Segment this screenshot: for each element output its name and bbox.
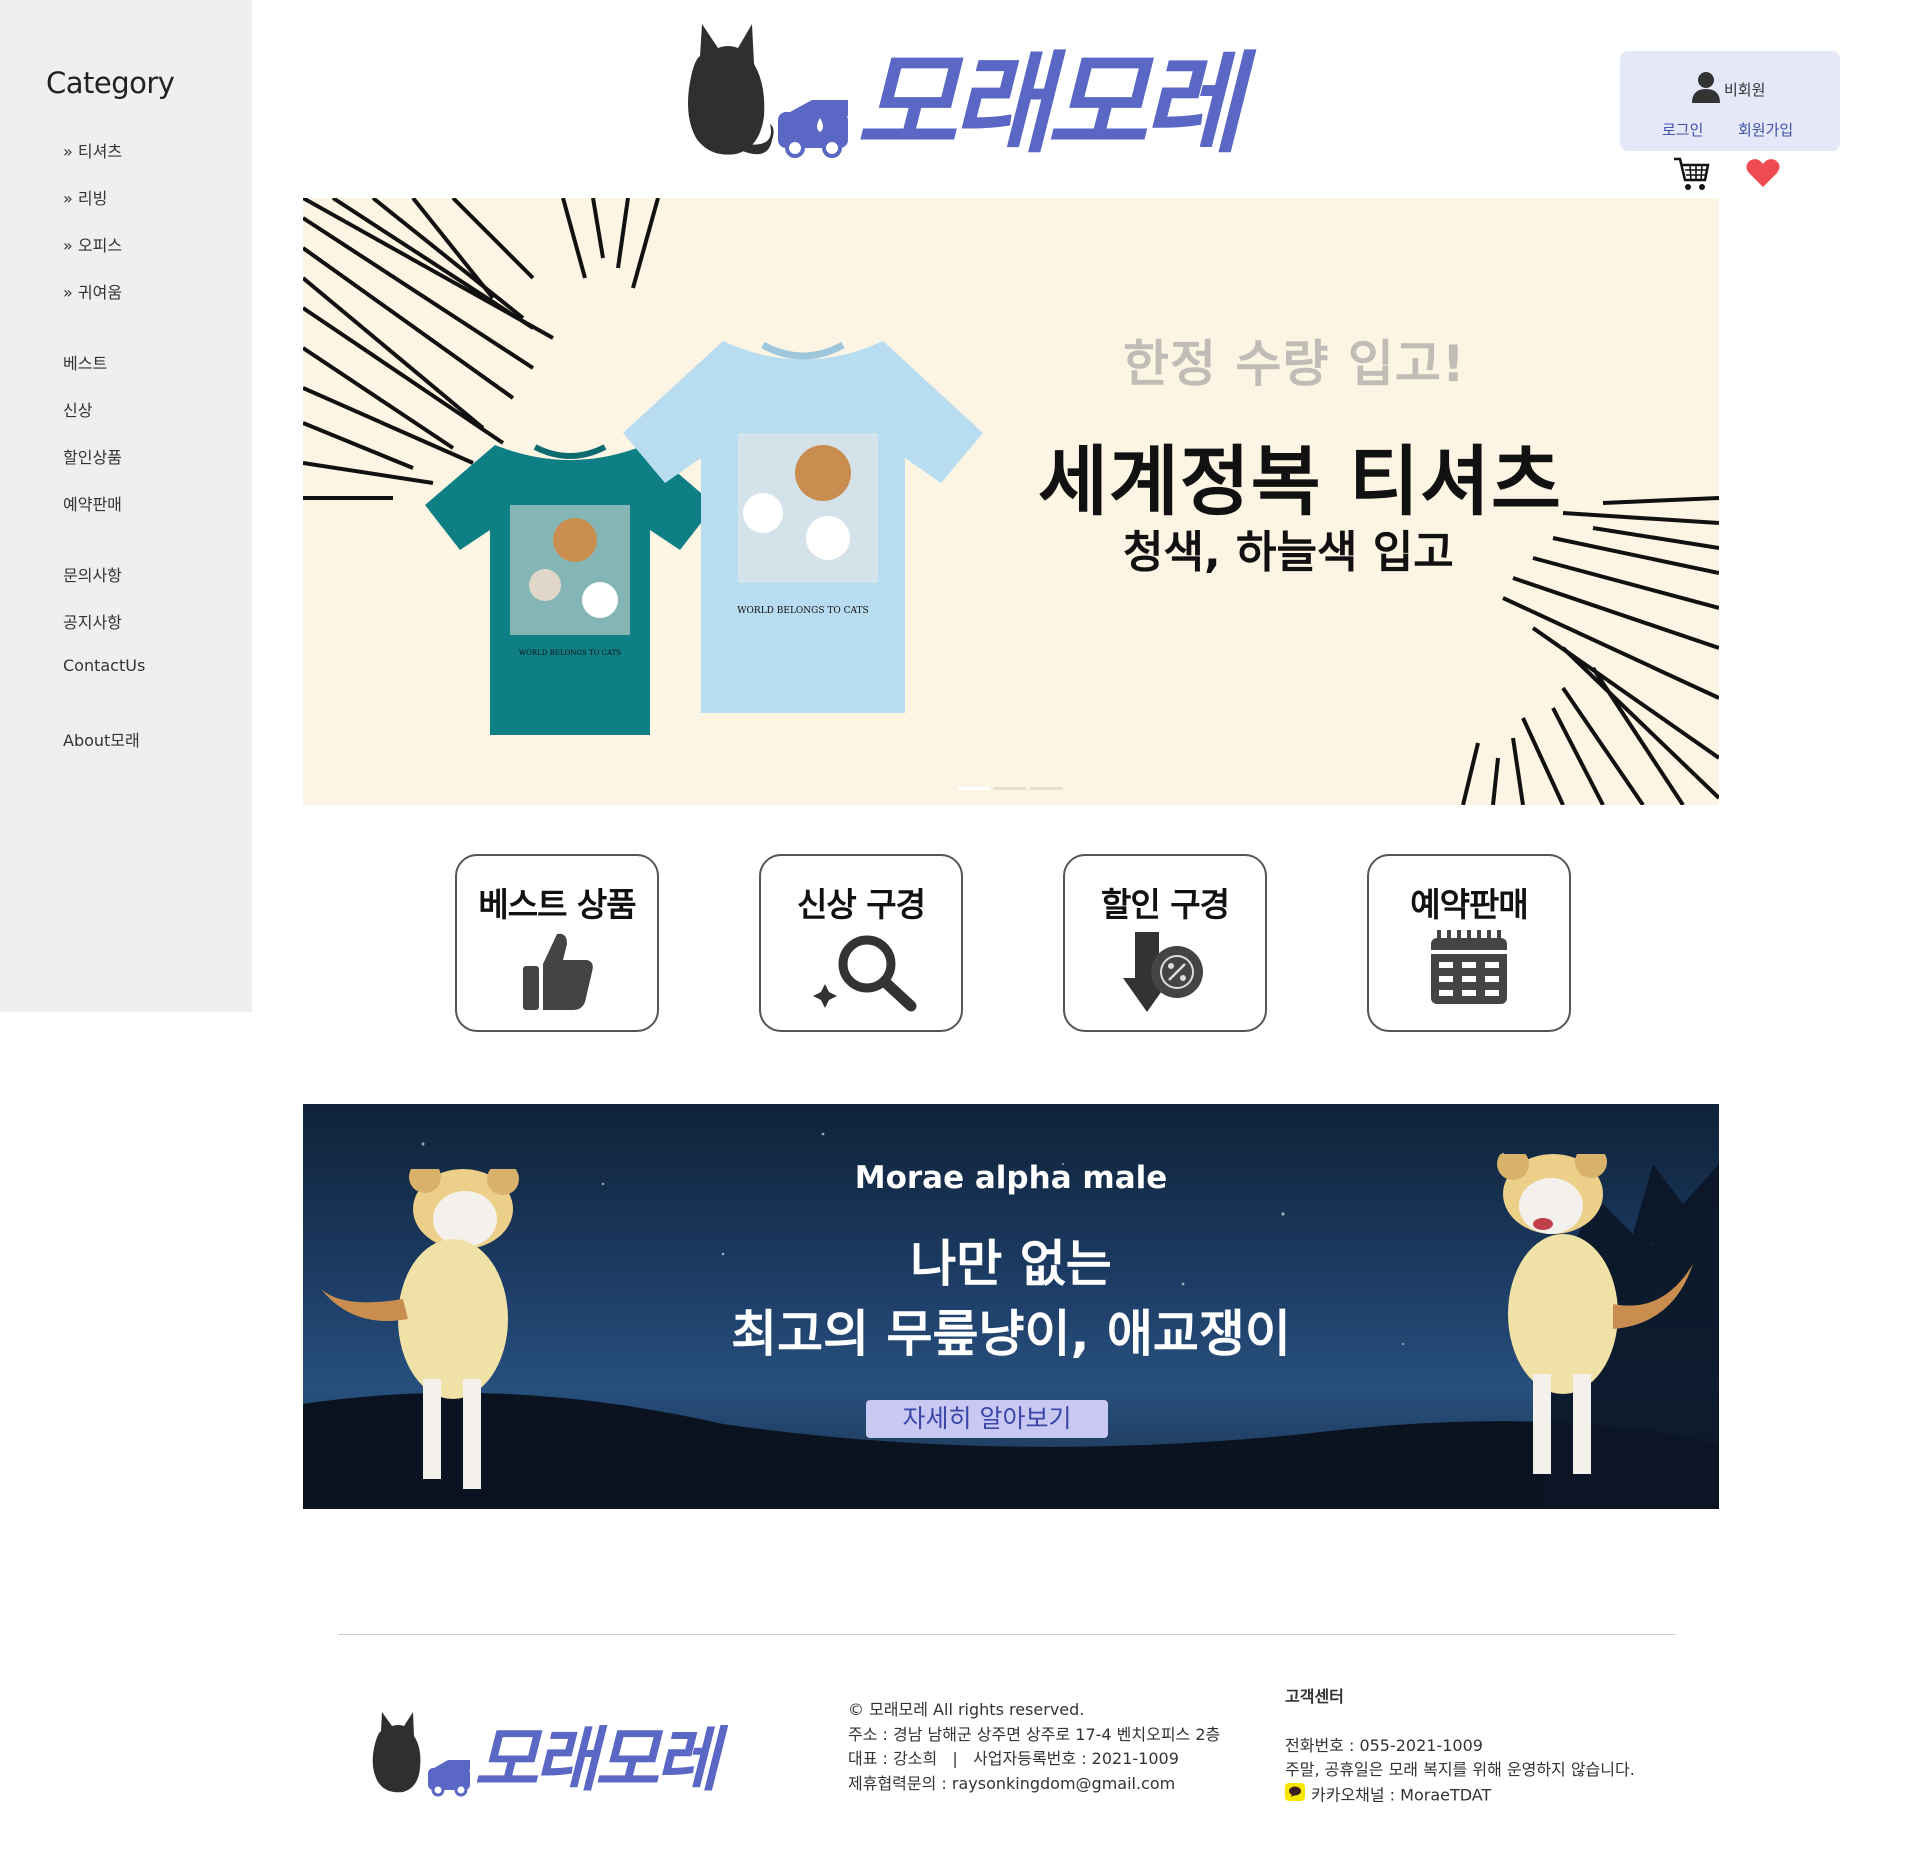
quick-link-new[interactable]: 신상 구경 (759, 854, 963, 1032)
quick-link-label: 베스트 상품 (478, 885, 636, 924)
category-sidebar: Category » 티셔츠 » 리빙 » 오피스 » 귀여움 베스트 신상 할… (0, 0, 252, 1012)
cart-icon[interactable] (1672, 156, 1710, 196)
login-link[interactable]: 로그인 (1662, 119, 1703, 140)
sidebar-item-notice[interactable]: 공지사항 (63, 609, 122, 633)
cat-silhouette-icon (688, 24, 774, 155)
sidebar-item-best[interactable]: 베스트 (63, 350, 107, 374)
phone-text: 전화번호 : 055-2021-1009 (1285, 1735, 1483, 1755)
footer-company-info: © 모래모레 All rights reserved. 주소 : 경남 남해군 … (848, 1698, 1220, 1796)
skyblue-tshirt-image: WORLD BELONGS TO CATS (623, 341, 983, 713)
logo-image: 모래모레 (688, 24, 1263, 168)
promo-headline-line2: 최고의 무릎냥이, 애교쟁이 (731, 1305, 1291, 1363)
sidebar-item-preorder[interactable]: 예약판매 (63, 491, 122, 515)
promo-eyebrow: Morae alpha male (854, 1160, 1168, 1196)
discount-arrow-icon (1123, 928, 1207, 1018)
quick-link-preorder[interactable]: 예약판매 (1367, 854, 1571, 1032)
copyright-text: © 모래모레 All rights reserved. (848, 1700, 1085, 1719)
user-panel: 비회원 로그인 회원가입 (1620, 51, 1840, 151)
shirt-print-text: WORLD BELONGS TO CATS (737, 606, 868, 616)
sidebar-title: Category (46, 66, 175, 100)
hero-title: 세계정복 티셔츠 (1038, 437, 1562, 526)
quick-link-label: 신상 구경 (797, 885, 926, 924)
sidebar-item-living[interactable]: » 리빙 (63, 185, 107, 209)
kakao-channel[interactable]: 카카오채널 : MoraeTDAT (1285, 1782, 1635, 1809)
hours-text: 주말, 공휴일은 모래 복지를 위해 운영하지 않습니다. (1285, 1760, 1635, 1779)
customer-center-title: 고객센터 (1285, 1687, 1344, 1706)
footer-divider (338, 1634, 1676, 1635)
address-text: 주소 : 경남 남해군 상주면 상주로 17-4 벤치오피스 2층 (848, 1724, 1221, 1744)
thumbs-up-icon (519, 928, 595, 1016)
truck-icon (778, 100, 848, 158)
sidebar-item-office[interactable]: » 오피스 (63, 232, 122, 256)
sidebar-item-cute[interactable]: » 귀여움 (63, 279, 122, 303)
carousel-dot[interactable] (1030, 787, 1062, 790)
sidebar-item-sale[interactable]: 할인상품 (63, 444, 122, 468)
carousel-dot[interactable] (994, 787, 1026, 790)
footer-logo[interactable]: 모래모레 (368, 1708, 768, 1801)
promo-headline-line1: 나만 없는 (910, 1235, 1112, 1293)
learn-more-button[interactable]: 자세히 알아보기 (866, 1400, 1108, 1438)
hero-subtitle: 한정 수량 입고! (1123, 335, 1466, 393)
footer-customer-center: 고객센터 전화번호 : 055-2021-1009 주말, 공휴일은 모래 복지… (1285, 1685, 1635, 1808)
heart-icon[interactable] (1746, 158, 1780, 192)
quick-link-best[interactable]: 베스트 상품 (455, 854, 659, 1032)
calendar-icon (1429, 928, 1509, 1010)
kakao-icon (1285, 1782, 1305, 1809)
partner-email-text: 제휴협력문의 : raysonkingdom@gmail.com (848, 1773, 1176, 1793)
promo-banner[interactable]: Morae alpha male 나만 없는 최고의 무릎냥이, 애교쟁이 자세… (303, 1104, 1719, 1509)
sidebar-item-inquiry[interactable]: 문의사항 (63, 562, 122, 586)
carousel-dots (958, 775, 1066, 794)
sidebar-item-tshirts[interactable]: » 티셔츠 (63, 138, 122, 162)
shirt-print-text: WORLD BELONGS TO CATS (519, 649, 621, 657)
sidebar-item-new[interactable]: 신상 (63, 397, 92, 421)
carousel-dot[interactable] (958, 787, 990, 790)
sidebar-item-contact[interactable]: ContactUs (63, 656, 145, 675)
user-icon (1692, 71, 1720, 107)
brand-wordmark: 모래모레 (856, 40, 1257, 162)
quick-link-label: 할인 구경 (1101, 885, 1230, 924)
sidebar-item-about[interactable]: About모래 (63, 727, 140, 751)
member-status: 비회원 (1724, 81, 1766, 99)
site-logo[interactable]: 모래모레 (680, 20, 1320, 168)
ceo-registration-text: 대표 : 강소희 | 사업자등록번호 : 2021-1009 (848, 1749, 1179, 1768)
hero-description: 청색, 하늘색 입고 (1123, 527, 1454, 578)
quick-link-label: 예약판매 (1410, 885, 1528, 924)
kakao-channel-text: 카카오채널 : MoraeTDAT (1311, 1784, 1492, 1804)
svg-text:모래모레: 모래모레 (474, 1719, 729, 1800)
signup-link[interactable]: 회원가입 (1738, 119, 1793, 140)
hero-banner[interactable]: WORLD BELONGS TO CATS WORLD BELONGS TO C… (303, 198, 1719, 805)
quick-link-sale[interactable]: 할인 구경 (1063, 854, 1267, 1032)
footer-logo-image: 모래모레 (372, 1712, 733, 1801)
magnifier-icon (801, 928, 921, 1016)
